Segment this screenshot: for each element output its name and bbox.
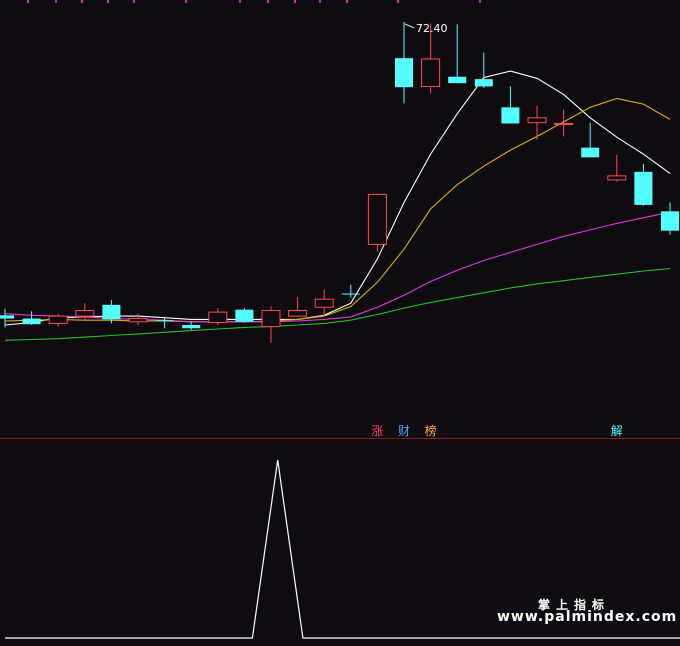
candle-body	[288, 309, 308, 317]
candle-body	[661, 211, 679, 231]
candle-body	[75, 309, 95, 317]
candle-body	[395, 58, 413, 88]
candle-body	[474, 79, 493, 87]
ma-line-2	[4, 97, 671, 323]
candle-body	[48, 315, 68, 324]
candle-body	[607, 175, 627, 181]
candle-body	[155, 320, 174, 322]
candle-body	[527, 117, 547, 124]
candle-body	[421, 58, 441, 87]
signal-label: 榜	[425, 423, 437, 438]
candle-body	[314, 298, 334, 308]
candle-body	[235, 309, 254, 322]
candle-body	[22, 318, 41, 325]
watermark-url[interactable]: www.palmindex.com	[497, 609, 677, 625]
candle-body	[0, 315, 14, 319]
candle-body	[261, 309, 281, 328]
candle-body	[341, 293, 360, 295]
high-price-label: 72.40	[416, 22, 448, 35]
ma-line-1	[4, 70, 671, 326]
signal-label: 解	[611, 424, 623, 438]
candle-body	[581, 147, 600, 158]
candle-body	[448, 76, 467, 84]
candle-body	[182, 325, 201, 329]
candlestick-chart: 72.40 涨 财 榜 解	[0, 0, 680, 639]
high-price-pointer	[404, 23, 415, 29]
candle-body	[102, 304, 121, 320]
ma-line-4	[4, 268, 671, 341]
signal-label: 财	[398, 424, 410, 438]
candle-body	[501, 107, 520, 124]
candle-body	[208, 311, 228, 324]
candle-body	[554, 122, 574, 125]
candle-body	[367, 193, 387, 245]
chart-stage: 72.40 涨 财 榜 解	[0, 0, 680, 642]
candle-body	[634, 171, 653, 205]
signal-label: 涨	[371, 423, 383, 438]
candle-body	[128, 318, 148, 323]
